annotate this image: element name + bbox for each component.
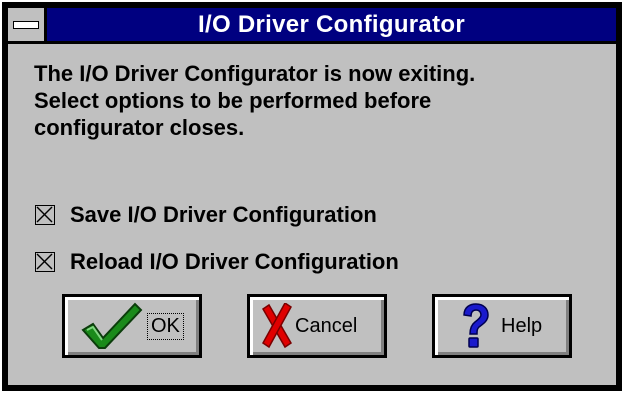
- green-checkmark-icon: [81, 302, 143, 349]
- reload-config-label[interactable]: Reload I/O Driver Configuration: [70, 249, 399, 275]
- save-config-option[interactable]: Save I/O Driver Configuration: [35, 201, 377, 229]
- save-config-checkbox[interactable]: [35, 205, 55, 225]
- system-menu-button[interactable]: [8, 8, 47, 41]
- red-x-icon: [261, 303, 293, 349]
- help-button-label: Help: [501, 314, 543, 337]
- save-config-label[interactable]: Save I/O Driver Configuration: [70, 202, 377, 228]
- cancel-button-label: Cancel: [295, 314, 358, 337]
- checkbox-x-mark-icon: [36, 206, 53, 223]
- ok-button[interactable]: OK: [62, 294, 202, 358]
- message-line: Select options to be performed before: [34, 88, 432, 113]
- minus-bar-icon: [13, 21, 39, 29]
- reload-config-checkbox[interactable]: [35, 252, 55, 272]
- checkbox-x-mark-icon: [36, 253, 53, 270]
- reload-config-option[interactable]: Reload I/O Driver Configuration: [35, 248, 399, 276]
- help-button[interactable]: Help: [432, 294, 572, 358]
- message-line: configurator closes.: [34, 115, 245, 140]
- exit-message: The I/O Driver Configurator is now exiti…: [34, 60, 594, 141]
- dialog-window: I/O Driver Configurator The I/O Driver C…: [2, 2, 622, 391]
- title-bar[interactable]: I/O Driver Configurator: [8, 8, 616, 44]
- window-title: I/O Driver Configurator: [198, 11, 465, 38]
- blue-question-mark-icon: [463, 303, 489, 348]
- ok-button-label: OK: [147, 312, 184, 340]
- cancel-button[interactable]: Cancel: [247, 294, 387, 358]
- dialog-body: I/O Driver Configurator The I/O Driver C…: [8, 8, 616, 385]
- message-line: The I/O Driver Configurator is now exiti…: [34, 61, 476, 86]
